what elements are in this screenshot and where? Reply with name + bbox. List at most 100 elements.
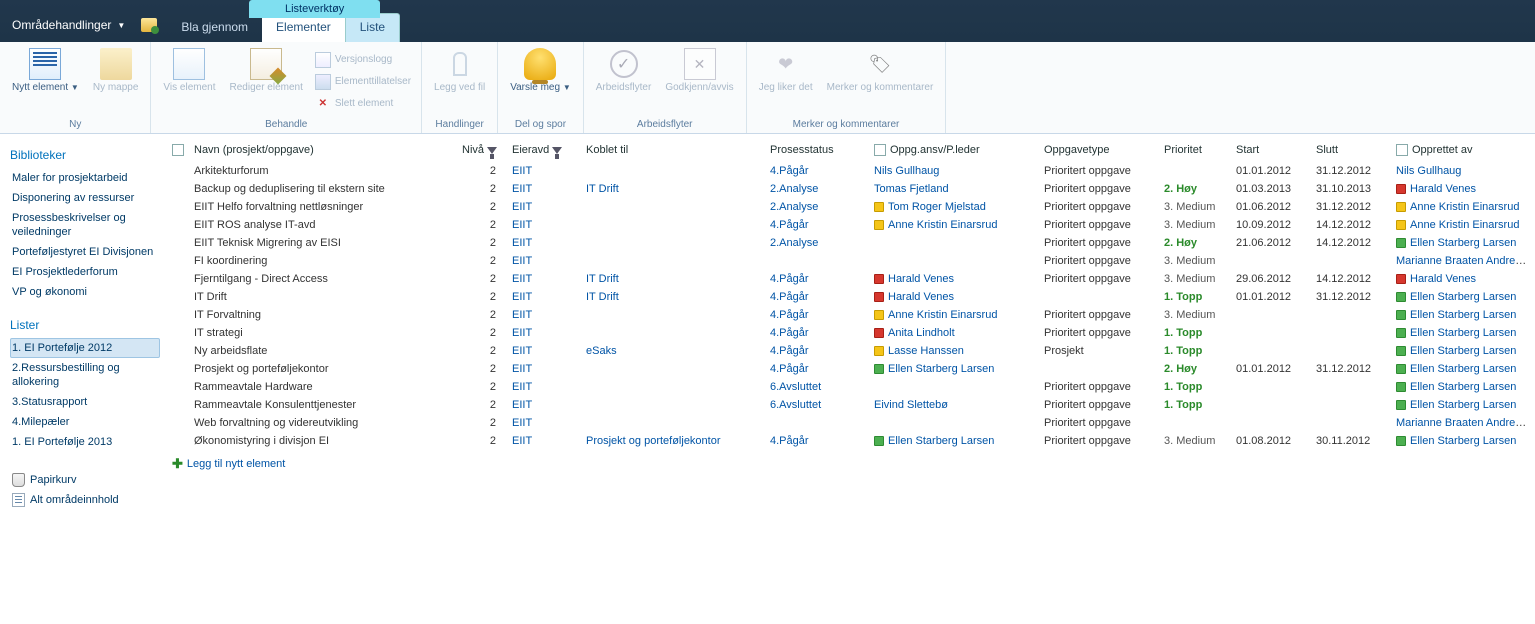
sidebar-library-link[interactable]: Maler for prosjektarbeid — [10, 168, 160, 188]
sidebar-libraries-header[interactable]: Biblioteker — [10, 148, 160, 162]
col-start[interactable]: Start — [1232, 138, 1312, 162]
table-row[interactable]: Backup og deduplisering til ekstern site… — [168, 180, 1535, 198]
table-row[interactable]: FI koordinering2EIITPrioritert oppgave3.… — [168, 252, 1535, 270]
delete-item-button[interactable]: Slett element — [311, 94, 415, 114]
responsible-link[interactable]: Ellen Starberg Larsen — [888, 435, 994, 447]
responsible-link[interactable]: Anne Kristin Einarsrud — [888, 309, 997, 321]
sidebar-list-link[interactable]: 1. EI Portefølje 2012 — [10, 338, 160, 358]
table-row[interactable]: Rammeavtale Hardware2EIIT6.AvsluttetPrio… — [168, 378, 1535, 396]
new-item-button[interactable]: Nytt element ▼ — [6, 46, 85, 117]
col-level[interactable]: Nivå — [458, 138, 508, 162]
column-checkbox[interactable] — [1396, 144, 1408, 156]
created-by-link[interactable]: Ellen Starberg Larsen — [1410, 399, 1516, 411]
col-name[interactable]: Navn (prosjekt/oppgave) — [190, 138, 458, 162]
view-item-button[interactable]: Vis element — [157, 46, 221, 117]
sidebar-library-link[interactable]: EI Prosjektlederforum — [10, 262, 160, 282]
attach-file-button[interactable]: Legg ved fil — [428, 46, 491, 117]
created-by-link[interactable]: Ellen Starberg Larsen — [1410, 291, 1516, 303]
dept-link[interactable]: EIIT — [512, 381, 532, 393]
sidebar-library-link[interactable]: Porteføljestyret EI Divisjonen — [10, 242, 160, 262]
responsible-link[interactable]: Harald Venes — [888, 291, 954, 303]
responsible-link[interactable]: Anita Lindholt — [888, 327, 955, 339]
dept-link[interactable]: EIIT — [512, 345, 532, 357]
created-by-link[interactable]: Nils Gullhaug — [1396, 165, 1461, 177]
table-row[interactable]: IT Forvaltning2EIIT4.PågårAnne Kristin E… — [168, 306, 1535, 324]
dept-link[interactable]: EIIT — [512, 237, 532, 249]
sidebar-list-link[interactable]: 2.Ressursbestilling og allokering — [10, 358, 160, 392]
status-link[interactable]: 4.Pågår — [770, 273, 809, 285]
tab-elements[interactable]: Elementer — [262, 14, 345, 42]
dept-link[interactable]: EIIT — [512, 165, 532, 177]
sidebar-list-link[interactable]: 1. EI Portefølje 2013 — [10, 432, 160, 452]
add-new-item-link[interactable]: ✚ Legg til nytt element — [168, 450, 1535, 478]
table-row[interactable]: Rammeavtale Konsulenttjenester2EIIT6.Avs… — [168, 396, 1535, 414]
col-end[interactable]: Slutt — [1312, 138, 1392, 162]
created-by-link[interactable]: Ellen Starberg Larsen — [1410, 381, 1516, 393]
table-row[interactable]: Økonomistyring i divisjon EI2EIITProsjek… — [168, 432, 1535, 450]
tags-notes-button[interactable]: Merker og kommentarer — [821, 46, 940, 117]
responsible-link[interactable]: Harald Venes — [888, 273, 954, 285]
status-link[interactable]: 4.Pågår — [770, 165, 809, 177]
version-history-button[interactable]: Versjonslogg — [311, 50, 415, 70]
dept-link[interactable]: EIIT — [512, 399, 532, 411]
col-type[interactable]: Oppgavetype — [1040, 138, 1160, 162]
dept-link[interactable]: EIIT — [512, 363, 532, 375]
status-link[interactable]: 4.Pågår — [770, 435, 809, 447]
table-row[interactable]: EIIT Teknisk Migrering av EISI2EIIT2.Ana… — [168, 234, 1535, 252]
alert-me-button[interactable]: Varsle meg ▼ — [504, 46, 577, 117]
status-link[interactable]: 2.Analyse — [770, 183, 818, 195]
dept-link[interactable]: EIIT — [512, 273, 532, 285]
linked-link[interactable]: IT Drift — [586, 291, 619, 303]
sidebar-library-link[interactable]: Disponering av ressurser — [10, 188, 160, 208]
sidebar-library-link[interactable]: Prosessbeskrivelser og veiledninger — [10, 208, 160, 242]
responsible-link[interactable]: Nils Gullhaug — [874, 165, 939, 177]
table-row[interactable]: Ny arbeidsflate2EIITeSaks4.PågårLasse Ha… — [168, 342, 1535, 360]
table-row[interactable]: IT strategi2EIIT4.PågårAnita LindholtPri… — [168, 324, 1535, 342]
table-row[interactable]: IT Drift2EIITIT Drift4.PågårHarald Venes… — [168, 288, 1535, 306]
created-by-link[interactable]: Anne Kristin Einarsrud — [1410, 201, 1519, 213]
created-by-link[interactable]: Ellen Starberg Larsen — [1410, 309, 1516, 321]
created-by-link[interactable]: Ellen Starberg Larsen — [1410, 237, 1516, 249]
tab-browse[interactable]: Bla gjennom — [167, 14, 262, 42]
all-site-content-link[interactable]: Alt områdeinnhold — [10, 490, 160, 510]
created-by-link[interactable]: Harald Venes — [1410, 273, 1476, 285]
col-responsible[interactable]: Oppg.ansv/P.leder — [870, 138, 1040, 162]
created-by-link[interactable]: Marianne Braaten Andresen — [1396, 417, 1533, 429]
linked-link[interactable]: IT Drift — [586, 183, 619, 195]
created-by-link[interactable]: Ellen Starberg Larsen — [1410, 435, 1516, 447]
col-status[interactable]: Prosesstatus — [766, 138, 870, 162]
column-checkbox[interactable] — [874, 144, 886, 156]
dept-link[interactable]: EIIT — [512, 291, 532, 303]
dept-link[interactable]: EIIT — [512, 435, 532, 447]
sidebar-library-link[interactable]: VP og økonomi — [10, 282, 160, 302]
responsible-link[interactable]: Tom Roger Mjelstad — [888, 201, 986, 213]
linked-link[interactable]: IT Drift — [586, 273, 619, 285]
created-by-link[interactable]: Harald Venes — [1410, 183, 1476, 195]
table-row[interactable]: Prosjekt og porteføljekontor2EIIT4.Pågår… — [168, 360, 1535, 378]
sidebar-lists-header[interactable]: Lister — [10, 318, 160, 332]
responsible-link[interactable]: Eivind Slettebø — [874, 399, 948, 411]
status-link[interactable]: 6.Avsluttet — [770, 381, 821, 393]
created-by-link[interactable]: Ellen Starberg Larsen — [1410, 327, 1516, 339]
site-actions-menu[interactable]: Områdehandlinger ▼ — [0, 18, 135, 42]
dept-link[interactable]: EIIT — [512, 219, 532, 231]
like-button[interactable]: Jeg liker det — [753, 46, 819, 117]
responsible-link[interactable]: Lasse Hanssen — [888, 345, 964, 357]
table-row[interactable]: Web forvaltning og videreutvikling2EIITP… — [168, 414, 1535, 432]
created-by-link[interactable]: Ellen Starberg Larsen — [1410, 345, 1516, 357]
item-permissions-button[interactable]: Elementtillatelser — [311, 72, 415, 92]
edit-item-button[interactable]: Rediger element — [224, 46, 309, 117]
recycle-bin-link[interactable]: Papirkurv — [10, 470, 160, 490]
created-by-link[interactable]: Ellen Starberg Larsen — [1410, 363, 1516, 375]
responsible-link[interactable]: Ellen Starberg Larsen — [888, 363, 994, 375]
dept-link[interactable]: EIIT — [512, 255, 532, 267]
status-link[interactable]: 6.Avsluttet — [770, 399, 821, 411]
status-link[interactable]: 2.Analyse — [770, 201, 818, 213]
sidebar-list-link[interactable]: 3.Statusrapport — [10, 392, 160, 412]
table-row[interactable]: Fjerntilgang - Direct Access2EIITIT Drif… — [168, 270, 1535, 288]
navigate-up-icon[interactable] — [141, 18, 157, 32]
status-link[interactable]: 2.Analyse — [770, 237, 818, 249]
linked-link[interactable]: Prosjekt og porteføljekontor — [586, 435, 721, 447]
approve-reject-button[interactable]: Godkjenn/avvis — [659, 46, 739, 117]
col-linked[interactable]: Koblet til — [582, 138, 766, 162]
